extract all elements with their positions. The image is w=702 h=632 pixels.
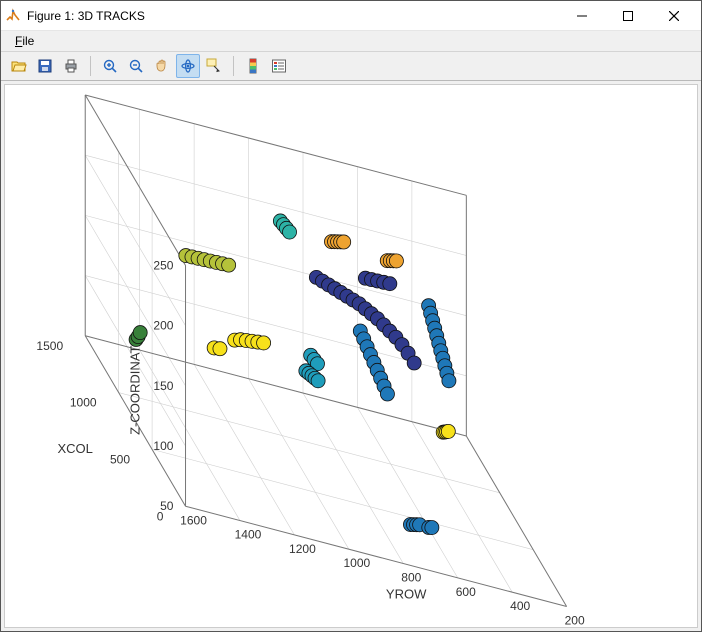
zoom-in-icon[interactable] bbox=[98, 54, 122, 78]
svg-text:500: 500 bbox=[110, 453, 130, 467]
data-point bbox=[133, 326, 147, 340]
maximize-button[interactable] bbox=[605, 1, 651, 31]
data-point bbox=[383, 277, 397, 291]
matlab-icon bbox=[5, 8, 21, 24]
svg-text:200: 200 bbox=[565, 614, 585, 627]
legend-icon[interactable] bbox=[267, 54, 291, 78]
svg-text:1200: 1200 bbox=[289, 542, 316, 556]
rotate-3d-icon[interactable] bbox=[176, 54, 200, 78]
data-point bbox=[441, 425, 455, 439]
data-point bbox=[213, 342, 227, 356]
menu-file-rest: ile bbox=[22, 34, 34, 48]
svg-text:250: 250 bbox=[153, 259, 173, 273]
save-icon[interactable] bbox=[33, 54, 57, 78]
open-icon[interactable] bbox=[7, 54, 31, 78]
data-point bbox=[425, 521, 439, 535]
menu-bar: File bbox=[1, 31, 701, 52]
svg-text:1500: 1500 bbox=[36, 339, 63, 353]
figure-toolbar bbox=[1, 52, 701, 81]
svg-text:1400: 1400 bbox=[235, 528, 262, 542]
svg-text:100: 100 bbox=[153, 439, 173, 453]
data-point bbox=[380, 387, 394, 401]
data-point bbox=[222, 259, 236, 273]
svg-text:Z-COORDINATE: Z-COORDINATE bbox=[127, 337, 142, 435]
svg-text:150: 150 bbox=[153, 379, 173, 393]
svg-text:1000: 1000 bbox=[344, 557, 371, 571]
axes-3d[interactable]: 2004006008001000120014001600050010001500… bbox=[4, 84, 698, 628]
data-point bbox=[257, 336, 271, 350]
data-cursor-icon[interactable] bbox=[202, 54, 226, 78]
svg-text:200: 200 bbox=[153, 319, 173, 333]
menu-file[interactable]: File bbox=[7, 31, 42, 51]
svg-text:YROW: YROW bbox=[386, 587, 427, 602]
window-title: Figure 1: 3D TRACKS bbox=[27, 9, 559, 23]
data-point bbox=[407, 356, 421, 370]
svg-text:1600: 1600 bbox=[180, 514, 207, 528]
zoom-out-icon[interactable] bbox=[124, 54, 148, 78]
close-button[interactable] bbox=[651, 1, 697, 31]
figure-window: Figure 1: 3D TRACKS File bbox=[0, 0, 702, 632]
svg-text:XCOL: XCOL bbox=[57, 441, 92, 456]
data-point bbox=[442, 374, 456, 388]
minimize-button[interactable] bbox=[559, 1, 605, 31]
pan-icon[interactable] bbox=[150, 54, 174, 78]
colorbar-icon[interactable] bbox=[241, 54, 265, 78]
title-bar: Figure 1: 3D TRACKS bbox=[1, 1, 701, 31]
svg-text:1000: 1000 bbox=[70, 396, 97, 410]
svg-text:600: 600 bbox=[456, 585, 476, 599]
svg-text:800: 800 bbox=[401, 571, 421, 585]
data-point bbox=[283, 225, 297, 239]
data-point bbox=[337, 235, 351, 249]
svg-text:50: 50 bbox=[160, 500, 174, 514]
data-point bbox=[389, 254, 403, 268]
print-icon[interactable] bbox=[59, 54, 83, 78]
svg-text:400: 400 bbox=[510, 600, 530, 614]
data-point bbox=[311, 374, 325, 388]
